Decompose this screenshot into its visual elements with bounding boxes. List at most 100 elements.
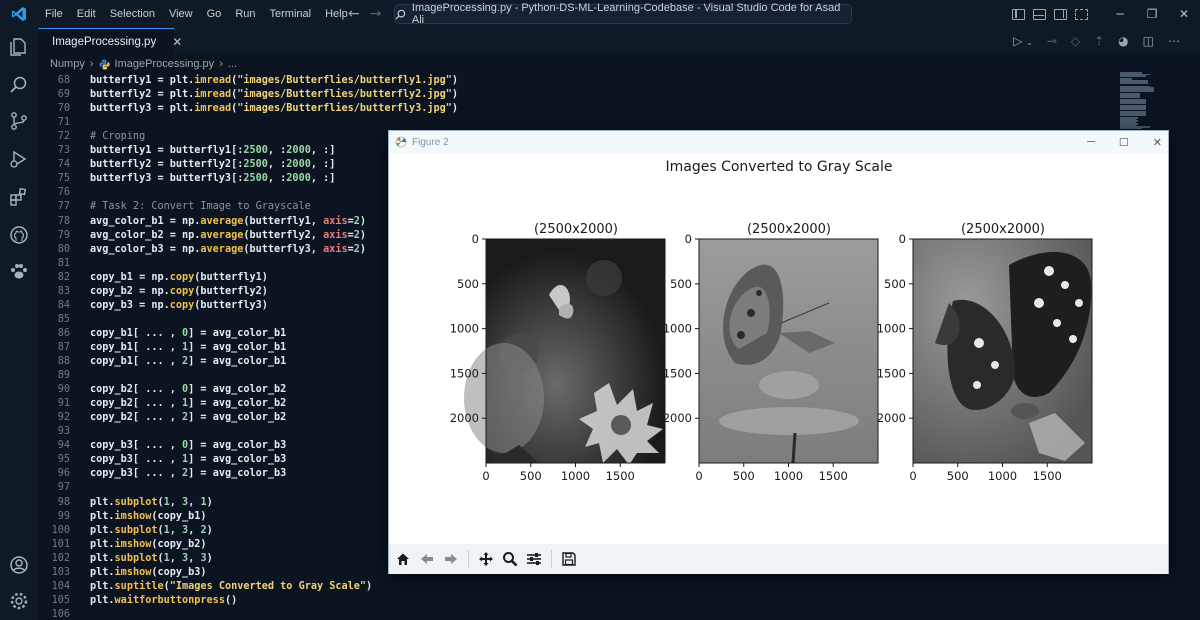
minimize-icon[interactable]: ─ xyxy=(1104,7,1136,21)
breadcrumb-file[interactable]: ImageProcessing.py xyxy=(115,58,215,70)
paw-icon[interactable] xyxy=(8,260,30,282)
code-token: ) xyxy=(359,215,367,227)
restore-icon[interactable]: ❐ xyxy=(1136,7,1168,21)
line-number: 98 xyxy=(57,496,70,508)
minimap-line xyxy=(1120,82,1148,84)
explorer-icon[interactable] xyxy=(8,36,30,58)
debug-step-icon[interactable]: ⊸ xyxy=(1047,34,1057,48)
code-line[interactable]: 71 xyxy=(38,116,1128,130)
line-number: 68 xyxy=(57,75,70,86)
subplot-1-title: (2500x2000) xyxy=(534,222,618,237)
code-text: copy_b2[ ... , 2] = avg_color_b2 xyxy=(90,411,286,425)
menu-selection[interactable]: Selection xyxy=(103,0,162,28)
x-tick-label: 1000 xyxy=(561,469,590,483)
code-token: ) xyxy=(359,243,367,255)
close-tab-icon[interactable]: ✕ xyxy=(172,35,182,49)
line-number: 91 xyxy=(57,398,70,410)
code-text: copy_b1[ ... , 2] = avg_color_b1 xyxy=(90,355,286,369)
code-text: copy_b3[ ... , 2] = avg_color_b3 xyxy=(90,467,286,481)
pan-move-icon[interactable] xyxy=(476,549,496,569)
github-icon[interactable] xyxy=(8,224,30,246)
line-number: 89 xyxy=(57,370,70,382)
figure-close-icon[interactable]: ✕ xyxy=(1153,136,1162,149)
code-line[interactable]: 105 plt.waitforbuttonpress() xyxy=(38,594,1128,608)
minimap-line xyxy=(1120,75,1146,77)
split-editor-icon[interactable]: ◫ xyxy=(1143,34,1154,48)
code-token: copy_b3[ ... , xyxy=(90,440,183,452)
github-copilot-icon[interactable]: ◕ xyxy=(1118,34,1128,48)
source-control-icon[interactable] xyxy=(8,110,30,132)
forward-arrow-icon[interactable] xyxy=(441,549,461,569)
code-token: butterfly2 = butterfly2[: xyxy=(90,159,244,171)
x-tick-label: 0 xyxy=(482,469,489,483)
code-token: ) xyxy=(451,75,459,86)
toggle-secondary-sidebar-icon[interactable] xyxy=(1054,8,1067,20)
search-icon xyxy=(395,9,406,19)
figure-window[interactable]: Figure 2 ─ ☐ ✕ Images Converted to Gray … xyxy=(388,130,1169,574)
code-token: "images/Butterflies/butterfly1.jpg" xyxy=(237,75,452,86)
menu-go[interactable]: Go xyxy=(200,0,229,28)
run-debug-icon[interactable] xyxy=(8,148,30,170)
code-token: # Task 2: Convert Image to Grayscale xyxy=(90,201,311,213)
line-number: 76 xyxy=(57,187,70,199)
toggle-panel-icon[interactable] xyxy=(1033,8,1046,20)
code-line[interactable]: 68 butterfly1 = plt.imread("images/Butter… xyxy=(38,74,1128,88)
go-back-icon[interactable]: ← xyxy=(348,6,360,22)
tab-label: ImageProcessing.py xyxy=(52,36,157,48)
close-window-icon[interactable]: ✕ xyxy=(1168,7,1200,21)
code-line[interactable]: 70 butterfly3 = plt.imread("images/Butter… xyxy=(38,102,1128,116)
code-text: butterfly2 = butterfly2[:2500, :2000, :] xyxy=(90,158,335,172)
x-tick-label: 500 xyxy=(520,469,542,483)
save-floppy-icon[interactable] xyxy=(559,549,579,569)
line-number: 105 xyxy=(51,594,70,606)
figure-minimize-icon[interactable]: ─ xyxy=(1087,136,1095,148)
menu-run[interactable]: Run xyxy=(228,0,262,28)
code-text: plt.suptitle("Images Converted to Gray S… xyxy=(90,580,372,594)
code-line[interactable]: 106 xyxy=(38,608,1128,620)
manage-gear-icon[interactable] xyxy=(8,590,30,612)
run-python-file-icon[interactable]: ▷ ⌄ xyxy=(1013,34,1033,48)
menu-edit[interactable]: Edit xyxy=(70,0,103,28)
code-token: suptitle xyxy=(114,580,164,592)
more-actions-icon[interactable]: ⋯ xyxy=(1168,34,1180,48)
code-token: , xyxy=(169,552,183,564)
line-number: 83 xyxy=(57,285,70,297)
configure-subplots-icon[interactable] xyxy=(524,549,544,569)
go-forward-icon[interactable]: → xyxy=(370,6,382,22)
home-icon[interactable] xyxy=(393,549,413,569)
figure-maximize-icon[interactable]: ☐ xyxy=(1119,136,1129,149)
y-tick-label: 1000 xyxy=(450,322,479,336)
breadcrumb-symbols[interactable]: ... xyxy=(228,58,237,70)
layout-controls xyxy=(1012,0,1088,28)
code-line[interactable]: 69 butterfly2 = plt.imread("images/Butter… xyxy=(38,88,1128,102)
code-token: , xyxy=(169,524,183,536)
x-tick-label: 0 xyxy=(909,469,916,483)
code-text: copy_b3 = np.copy(butterfly3) xyxy=(90,299,268,313)
toggle-primary-sidebar-icon[interactable] xyxy=(1012,8,1025,20)
figure-canvas[interactable]: Images Converted to Gray Scale (2500x200… xyxy=(389,153,1168,544)
x-tick-label: 1500 xyxy=(819,469,848,483)
tab-bar: ImageProcessing.py ✕ ▷ ⌄ ⊸ ◇ ⇡ ◕ ◫ ⋯ xyxy=(38,28,1200,55)
command-center[interactable]: ImageProcessing.py - Python-DS-ML-Learni… xyxy=(394,2,852,26)
minimap[interactable] xyxy=(1120,72,1180,132)
code-token: copy xyxy=(169,285,195,297)
menu-terminal[interactable]: Terminal xyxy=(263,0,319,28)
search-sidebar-icon[interactable] xyxy=(8,74,30,96)
menu-file[interactable]: File xyxy=(38,0,70,28)
line-number: 87 xyxy=(57,341,70,353)
menu-view[interactable]: View xyxy=(162,0,200,28)
x-tick-label: 1500 xyxy=(1033,469,1062,483)
zoom-magnifier-icon[interactable] xyxy=(500,549,520,569)
code-token: copy_b2[ ... , xyxy=(90,412,183,424)
back-arrow-icon[interactable] xyxy=(417,549,437,569)
x-tick-label: 0 xyxy=(695,469,702,483)
breadcrumb-folder[interactable]: Numpy xyxy=(50,58,85,70)
code-line[interactable]: 104 plt.suptitle("Images Converted to Gra… xyxy=(38,580,1128,594)
code-token: 2000 xyxy=(286,173,311,185)
open-changes-icon[interactable]: ◇ xyxy=(1071,34,1080,48)
accounts-icon[interactable] xyxy=(8,554,30,576)
extensions-icon[interactable] xyxy=(8,186,30,208)
customize-layout-icon[interactable] xyxy=(1075,8,1088,20)
tab-imageprocessing[interactable]: ImageProcessing.py ✕ xyxy=(38,28,182,55)
open-previous-change-icon[interactable]: ⇡ xyxy=(1094,34,1104,48)
